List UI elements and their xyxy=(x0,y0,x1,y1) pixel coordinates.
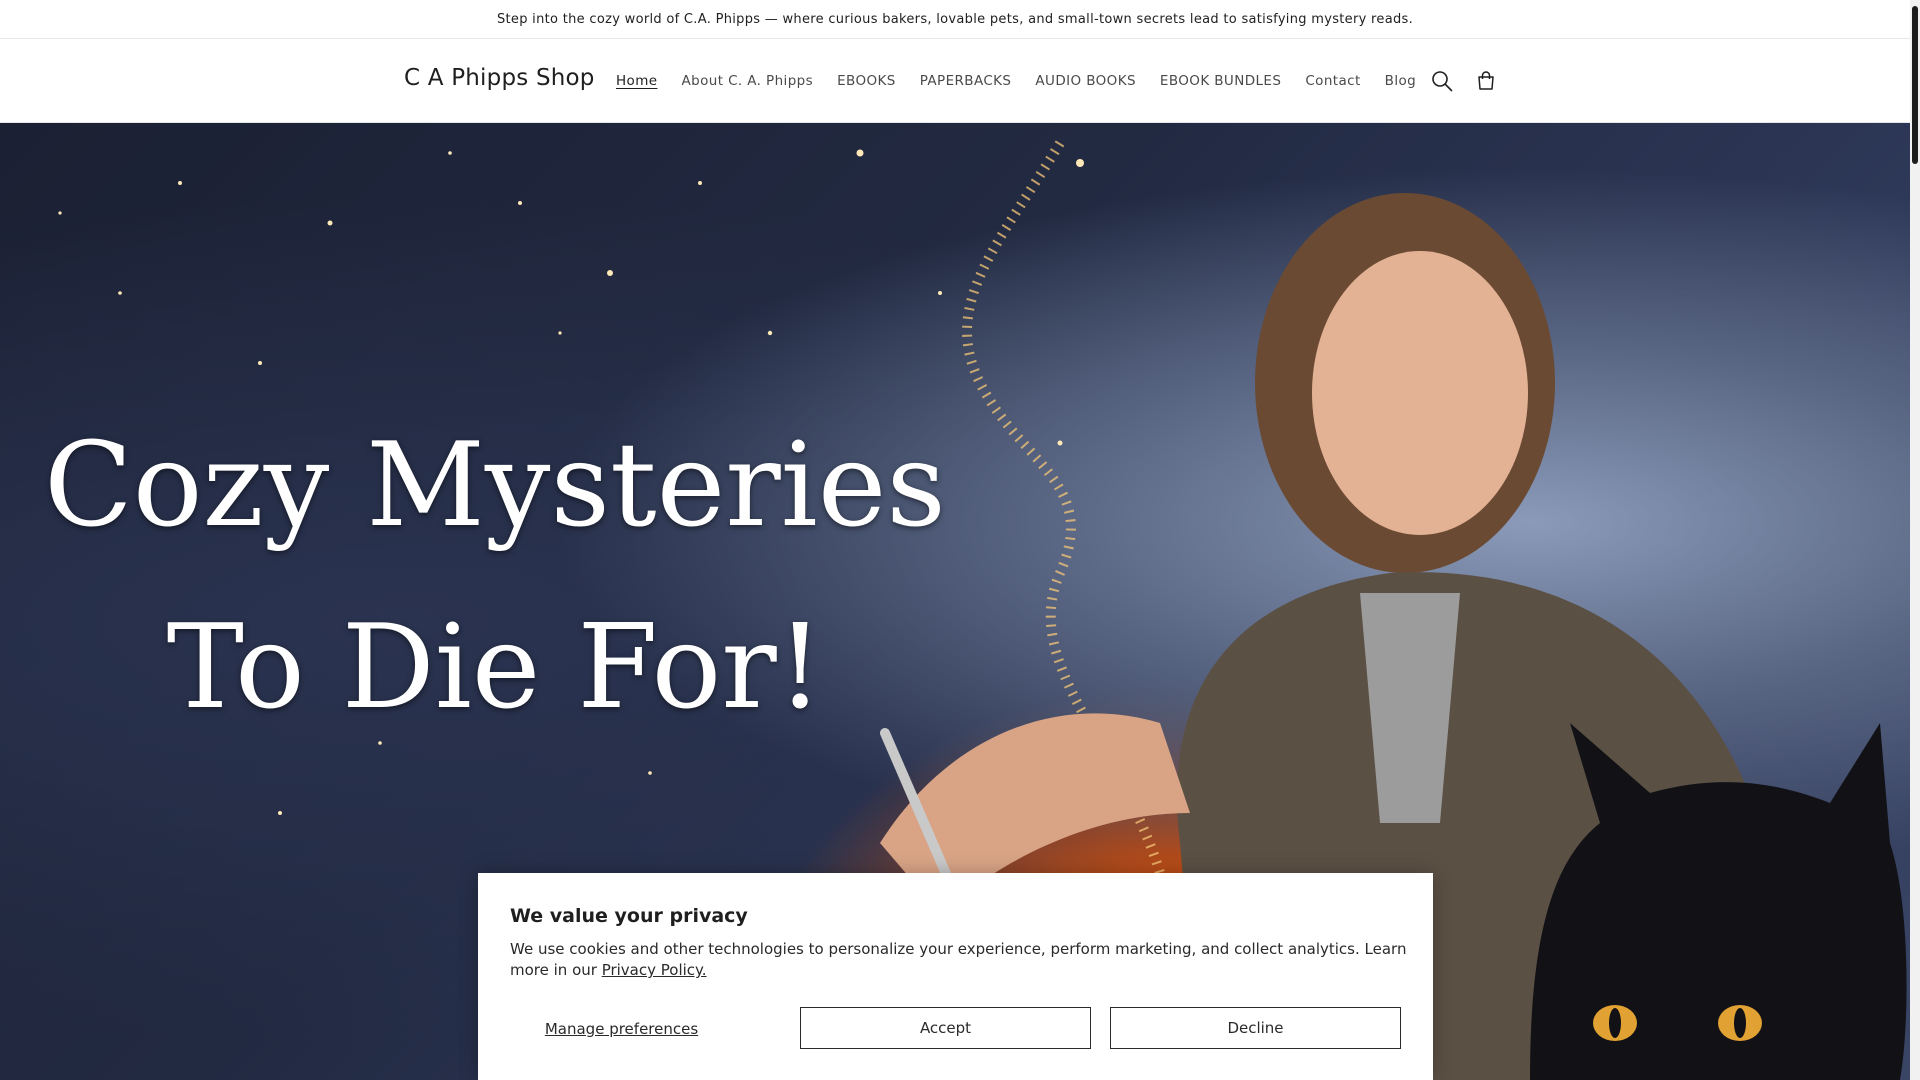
announcement-bar: Step into the cozy world of C.A. Phipps … xyxy=(0,0,1910,39)
nav-item-ebooks[interactable]: EBOOKS xyxy=(825,73,908,89)
cookie-title: We value your privacy xyxy=(510,905,748,927)
nav-item-about[interactable]: About C. A. Phipps xyxy=(669,73,825,89)
nav-item-contact[interactable]: Contact xyxy=(1293,73,1372,89)
cart-button[interactable] xyxy=(1470,65,1502,97)
privacy-policy-link[interactable]: Privacy Policy. xyxy=(602,961,707,979)
scrollbar-thumb[interactable] xyxy=(1912,6,1918,164)
nav-item-ebook-bundles[interactable]: EBOOK BUNDLES xyxy=(1148,73,1293,89)
cookie-consent-banner: We value your privacy We use cookies and… xyxy=(478,873,1433,1080)
nav-item-audio-books[interactable]: AUDIO BOOKS xyxy=(1023,73,1148,89)
decline-button[interactable]: Decline xyxy=(1110,1007,1401,1049)
nav-item-home[interactable]: Home xyxy=(604,73,669,89)
site-header: C A Phipps Shop Home About C. A. Phipps … xyxy=(0,39,1910,123)
cart-icon xyxy=(1478,71,1494,90)
hero-title-line-2: To Die For! xyxy=(166,600,824,735)
site-logo[interactable]: C A Phipps Shop xyxy=(404,65,595,91)
search-icon xyxy=(1432,71,1453,92)
hero-title-line-1: Cozy Mysteries xyxy=(44,418,946,553)
cookie-description: We use cookies and other technologies to… xyxy=(510,939,1410,981)
main-nav: Home About C. A. Phipps EBOOKS PAPERBACK… xyxy=(604,39,1428,123)
page-scrollbar[interactable] xyxy=(1910,0,1920,1080)
nav-item-paperbacks[interactable]: PAPERBACKS xyxy=(908,73,1024,89)
nav-item-blog[interactable]: Blog xyxy=(1373,73,1428,89)
manage-preferences-button[interactable]: Manage preferences xyxy=(510,1008,733,1050)
search-button[interactable] xyxy=(1426,65,1458,97)
accept-button[interactable]: Accept xyxy=(800,1007,1091,1049)
announcement-text: Step into the cozy world of C.A. Phipps … xyxy=(496,11,1414,27)
